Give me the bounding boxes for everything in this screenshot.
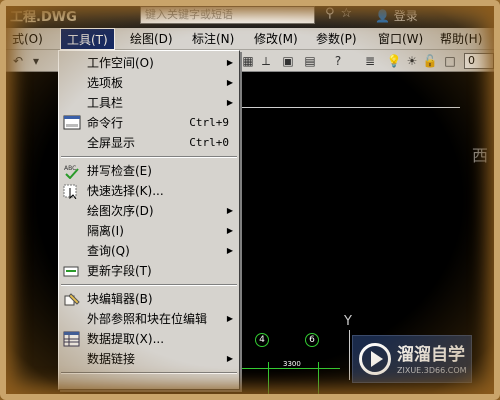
- lock-icon[interactable]: 🔓: [422, 53, 438, 69]
- svg-text:ABC: ABC: [64, 165, 76, 172]
- shortcut-label: Ctrl+0: [189, 136, 229, 149]
- undo-dropdown-icon[interactable]: ▾: [28, 53, 44, 69]
- login-button[interactable]: 👤 登录: [375, 7, 418, 24]
- menu-item-label: 隔离(I): [87, 224, 124, 238]
- menu-separator: [61, 372, 237, 374]
- layer-select[interactable]: 0: [464, 53, 494, 69]
- menu-window[interactable]: 窗口(W): [372, 28, 429, 50]
- measure-icon[interactable]: ⟂: [258, 53, 274, 69]
- undo-icon[interactable]: ↶: [10, 53, 26, 69]
- ruler-icon[interactable]: ▦: [240, 53, 256, 69]
- menu-item-xref-edit[interactable]: 外部参照和块在位编辑 ▶: [59, 309, 239, 329]
- palette-icon[interactable]: ▣: [280, 53, 296, 69]
- menu-item-label: 全屏显示: [87, 136, 136, 150]
- submenu-arrow-icon: ▶: [226, 314, 233, 323]
- side-text: 西: [472, 146, 489, 165]
- dimension-line: [240, 368, 340, 369]
- menu-item-draw-order[interactable]: 绘图次序(D) ▶: [59, 201, 239, 221]
- app-title: 工程.DWG: [10, 10, 77, 25]
- menu-item-label: 外部参照和块在位编辑: [87, 312, 208, 326]
- menu-item-isolate[interactable]: 隔离(I) ▶: [59, 221, 239, 241]
- menu-item-label: 绘图次序(D): [87, 204, 154, 218]
- watermark-url: ZIXUE.3D66.COM: [397, 366, 467, 375]
- menu-item-label: 快速选择(K)...: [87, 184, 164, 198]
- submenu-arrow-icon: ▶: [226, 246, 233, 255]
- menu-separator: [61, 156, 237, 158]
- submenu-arrow-icon: ▶: [226, 98, 233, 107]
- grid-bubble: 6: [305, 333, 319, 347]
- data-extraction-icon: [63, 331, 81, 347]
- submenu-arrow-icon: ▶: [226, 78, 233, 87]
- layer-manager-icon[interactable]: ≣: [362, 53, 378, 69]
- menu-draw[interactable]: 绘图(D): [124, 28, 179, 50]
- title-bar: 工程.DWG 键入关键字或短语 ⚲☆ 👤 登录: [0, 0, 500, 28]
- menu-bar: 式(O) 工具(T) 绘图(D) 标注(N) 修改(M) 参数(P) 窗口(W)…: [0, 28, 500, 50]
- update-field-icon: [63, 263, 81, 279]
- menu-item-data-links[interactable]: 数据链接 ▶: [59, 349, 239, 369]
- search-input[interactable]: 键入关键字或短语: [140, 6, 315, 24]
- submenu-arrow-icon: ▶: [226, 354, 233, 363]
- submenu-arrow-icon: ▶: [226, 58, 233, 67]
- menu-item-label: 数据链接: [87, 352, 136, 366]
- menu-modify[interactable]: 修改(M): [248, 28, 304, 50]
- submenu-arrow-icon: ▶: [226, 226, 233, 235]
- submenu-arrow-icon: ▶: [226, 206, 233, 215]
- menu-separator: [61, 284, 237, 286]
- help-icon[interactable]: ?: [330, 53, 346, 69]
- calculator-icon[interactable]: ▤: [302, 53, 318, 69]
- menu-item-label: 更新字段(T): [87, 264, 152, 278]
- sun-icon[interactable]: ☀: [404, 53, 420, 69]
- ucs-y-icon: Y: [344, 314, 352, 329]
- watermark-name: 溜溜自学: [397, 345, 465, 365]
- block-editor-icon: [63, 291, 81, 307]
- menu-item-fullscreen[interactable]: 全屏显示 Ctrl+0: [59, 133, 239, 153]
- menu-item-label: 选项板: [87, 76, 124, 90]
- menu-item-workspace[interactable]: 工作空间(O) ▶: [59, 53, 239, 73]
- menu-item-toolbars[interactable]: 工具栏 ▶: [59, 93, 239, 113]
- menu-item-label: 块编辑器(B): [87, 292, 153, 306]
- menu-item-palettes[interactable]: 选项板 ▶: [59, 73, 239, 93]
- menu-item-block-editor[interactable]: 块编辑器(B): [59, 289, 239, 309]
- menu-item-inquiry[interactable]: 查询(Q) ▶: [59, 241, 239, 261]
- menu-format[interactable]: 式(O): [6, 28, 49, 50]
- play-icon: [371, 351, 383, 367]
- menu-help[interactable]: 帮助(H): [434, 28, 488, 50]
- lightbulb-icon[interactable]: 💡: [386, 53, 402, 69]
- ucs-axis: [349, 330, 350, 380]
- menu-item-label: 数据提取(X)...: [87, 332, 165, 346]
- menu-item-quick-select[interactable]: 快速选择(K)...: [59, 181, 239, 201]
- tools-menu: 工作空间(O) ▶ 选项板 ▶ 工具栏 ▶ 命令行 Ctrl+9 全屏显示 Ct…: [58, 50, 240, 390]
- menu-item-label: 拼写检查(E): [87, 164, 152, 178]
- spell-check-icon: ABC: [63, 163, 81, 180]
- grid-bubble: 4: [255, 333, 269, 347]
- layer-color-icon[interactable]: □: [442, 53, 458, 69]
- command-line-icon: [63, 115, 81, 131]
- watermark-logo: 溜溜自学 ZIXUE.3D66.COM: [352, 335, 472, 383]
- binoculars-icon[interactable]: ⚲☆: [325, 6, 358, 21]
- login-label: 登录: [393, 9, 418, 23]
- menu-dimension[interactable]: 标注(N): [186, 28, 240, 50]
- menu-item-data-extraction[interactable]: 数据提取(X)...: [59, 329, 239, 349]
- menu-item-label: 工具栏: [87, 96, 124, 110]
- menu-item-spell-check[interactable]: ABC 拼写检查(E): [59, 161, 239, 181]
- quick-select-icon: [63, 183, 81, 200]
- menu-tools[interactable]: 工具(T): [60, 28, 115, 50]
- menu-item-update-fields[interactable]: 更新字段(T): [59, 261, 239, 281]
- menu-item-label: 查询(Q): [87, 244, 130, 258]
- shortcut-label: Ctrl+9: [189, 116, 229, 129]
- dimension-text: 3300: [283, 360, 301, 368]
- menu-item-label: 命令行: [87, 116, 124, 130]
- menu-item-label: 工作空间(O): [87, 56, 154, 70]
- menu-item-command-line[interactable]: 命令行 Ctrl+9: [59, 113, 239, 133]
- menu-parametric[interactable]: 参数(P): [310, 28, 363, 50]
